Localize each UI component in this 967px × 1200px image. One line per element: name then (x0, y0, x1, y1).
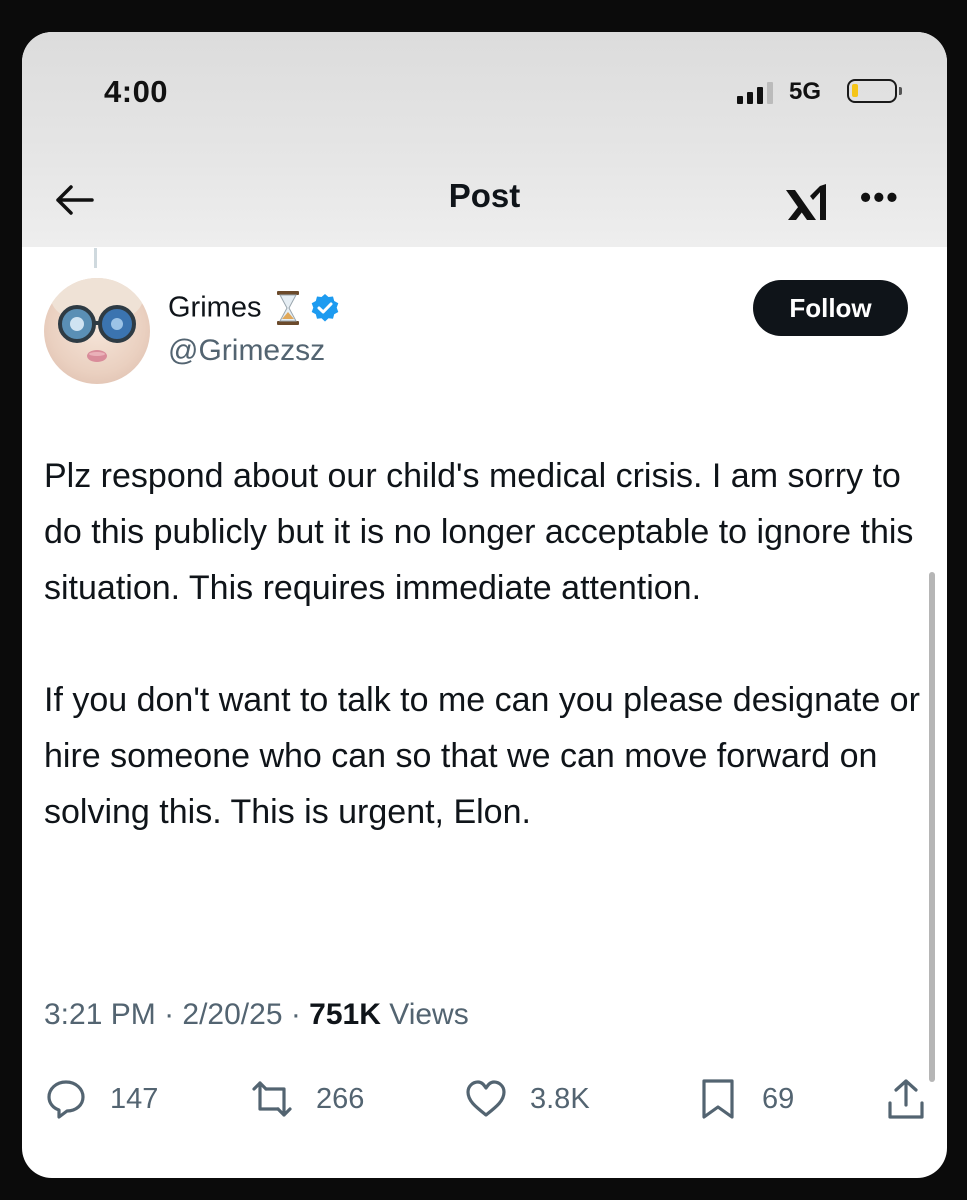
scrollbar[interactable] (929, 572, 935, 1082)
post-text: Plz respond about our child's medical cr… (44, 448, 929, 840)
post-paragraph-1: Plz respond about our child's medical cr… (44, 457, 914, 607)
like-button[interactable]: 3.8K (464, 1074, 590, 1124)
author-display-name[interactable]: Grimes (168, 292, 261, 324)
reply-button[interactable]: 147 (44, 1074, 158, 1124)
author-name-row: Grimes (168, 290, 340, 330)
network-type: 5G (789, 78, 822, 105)
signal-icon (737, 82, 773, 104)
action-bar: 147 266 3.8K 69 (44, 1074, 929, 1124)
share-button[interactable] (884, 1074, 928, 1124)
phone-screen: 4:00 5G Post ••• Grimes @Grimezsz Follow… (22, 32, 947, 1178)
repost-count: 266 (316, 1082, 365, 1115)
repost-icon (252, 1081, 292, 1117)
more-horizontal-icon[interactable]: ••• (860, 181, 908, 213)
post-meta: 3:21 PM · 2/20/25 · 751K Views (44, 998, 469, 1032)
like-count: 3.8K (530, 1082, 590, 1115)
post-paragraph-2: If you don't want to talk to me can you … (44, 681, 920, 831)
repost-button[interactable]: 266 (250, 1074, 364, 1124)
post-date[interactable]: 2/20/25 (182, 998, 282, 1031)
status-time: 4:00 (104, 74, 169, 109)
share-icon (888, 1079, 924, 1119)
top-bar: 4:00 5G Post ••• (22, 32, 947, 247)
grok-logo-icon[interactable] (782, 180, 832, 228)
meta-separator: · (155, 998, 183, 1031)
battery-level (852, 84, 858, 97)
bookmark-button[interactable]: 69 (696, 1074, 794, 1124)
reply-icon (47, 1080, 85, 1119)
hourglass-icon (276, 291, 299, 325)
meta-separator: · (282, 998, 310, 1031)
verified-badge-icon (312, 294, 339, 322)
author-handle[interactable]: @Grimezsz (168, 334, 325, 368)
bookmark-icon (702, 1079, 734, 1119)
avatar[interactable] (44, 278, 150, 384)
battery-icon (847, 79, 902, 103)
views-label: Views (389, 998, 469, 1031)
battery-nub (899, 87, 902, 95)
post-time[interactable]: 3:21 PM (44, 998, 156, 1031)
avatar-image (51, 278, 143, 362)
bookmark-count: 69 (762, 1082, 795, 1115)
views-count: 751K (309, 998, 381, 1031)
thread-connector (94, 248, 97, 268)
reply-count: 147 (110, 1082, 159, 1115)
follow-button[interactable]: Follow (753, 280, 908, 336)
heart-icon (466, 1080, 506, 1117)
